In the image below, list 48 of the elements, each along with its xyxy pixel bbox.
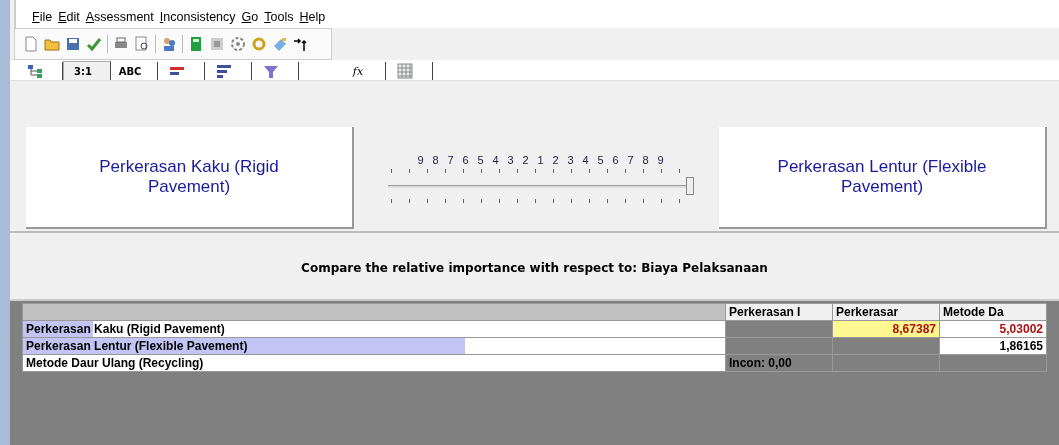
menu-item[interactable]: Go — [241, 10, 259, 24]
document-icon[interactable] — [23, 36, 39, 52]
column-header[interactable]: Perkerasar — [832, 303, 940, 321]
scale-number: 3 — [566, 153, 575, 166]
save-icon[interactable] — [65, 36, 81, 52]
eraser-icon[interactable] — [272, 36, 288, 52]
slider-thumb[interactable] — [685, 176, 694, 195]
row-label: Perkerasan Kaku (Rigid Pavement) — [25, 322, 225, 336]
menu-item[interactable]: Help — [299, 10, 326, 24]
arrows-icon[interactable] — [293, 36, 309, 52]
calculator-icon[interactable] — [188, 36, 204, 52]
scale-number: 1 — [536, 153, 545, 166]
scale-number: 5 — [476, 153, 485, 166]
scale-number: 6 — [611, 153, 620, 166]
row-label: Perkerasan Lentur (Flexible Pavement) — [25, 339, 248, 353]
menu-item[interactable]: Assessment — [85, 10, 154, 24]
column-header[interactable]: Metode Da — [939, 303, 1047, 321]
scale-number: 5 — [596, 153, 605, 166]
tab[interactable]: 3:1 — [63, 61, 111, 80]
scale-number: 2 — [521, 153, 530, 166]
scale-number: 3 — [506, 153, 515, 166]
scale-number: 7 — [626, 153, 635, 166]
people-icon[interactable] — [161, 36, 177, 52]
alternative-card[interactable]: Perkerasan Lentur (Flexible Pavement) — [719, 127, 1047, 229]
menu-item[interactable]: Inconsistency — [159, 10, 236, 24]
scale-number: 2 — [551, 153, 560, 166]
menu-item[interactable]: Edit — [58, 10, 80, 24]
menu-item[interactable]: Tools — [264, 10, 294, 24]
gear-icon[interactable] — [230, 36, 246, 52]
scale-number: 4 — [491, 153, 500, 166]
preview-icon[interactable] — [134, 36, 150, 52]
alternative-card[interactable]: Perkerasan Kaku (Rigid Pavement) — [26, 127, 354, 229]
table-cell[interactable]: 5,03002 — [939, 320, 1047, 338]
scale-number: 6 — [461, 153, 470, 166]
lines-icon — [216, 63, 232, 79]
grid-icon — [397, 63, 413, 79]
scale-number: 9 — [656, 153, 665, 166]
scale-number: 8 — [641, 153, 650, 166]
scale-number: 4 — [581, 153, 590, 166]
column-header[interactable]: Perkerasan I — [725, 303, 833, 321]
tree-icon — [27, 63, 43, 79]
row-label: Metode Daur Ulang (Recycling) — [25, 356, 204, 370]
scale-number: 8 — [431, 153, 440, 166]
menu-item[interactable]: File — [32, 10, 53, 24]
folder-icon[interactable] — [44, 36, 60, 52]
scale-number: 7 — [446, 153, 455, 166]
table-cell[interactable]: 1,86165 — [939, 337, 1047, 355]
scale-number: 9 — [416, 153, 425, 166]
